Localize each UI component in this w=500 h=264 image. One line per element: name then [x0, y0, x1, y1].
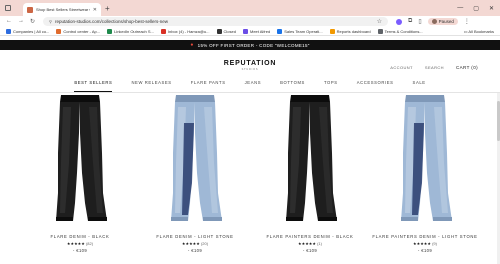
tab-search-icon[interactable]: [5, 5, 11, 11]
bookmark-item[interactable]: Meet Alfred: [242, 28, 271, 34]
bookmark-star-icon[interactable]: ☆: [377, 18, 382, 25]
product-name[interactable]: FLARE DENIM - BLACK: [25, 233, 135, 240]
close-window-icon[interactable]: ✕: [489, 5, 494, 12]
bookmark-item[interactable]: Terms & Conditions...: [377, 28, 423, 34]
product-name[interactable]: FLARE DENIM - LIGHT STONE: [140, 233, 250, 240]
nav-item-jeans[interactable]: JEANS: [245, 80, 262, 92]
product-image[interactable]: [140, 93, 250, 227]
bookmark-favicon-icon: [107, 28, 113, 34]
bookmark-favicon-icon: [216, 28, 222, 34]
bookmark-item[interactable]: LinkedIn Outreach S...: [107, 28, 154, 34]
nav-item-accessories[interactable]: ACCESSORIES: [357, 80, 394, 92]
minimize-icon[interactable]: —: [457, 5, 463, 12]
bookmark-label: Companies | All co...: [13, 28, 50, 34]
bookmark-label: Reports dashboard: [336, 28, 371, 34]
address-bar[interactable]: ⚲ reputation-studios.com/collections/sho…: [43, 17, 389, 26]
maximize-icon[interactable]: ▢: [473, 5, 479, 12]
nav-item-bottoms[interactable]: BOTTOMS: [280, 80, 305, 92]
promo-text: 15% OFF FIRST ORDER - CODE "WELCOME15": [197, 42, 310, 48]
tab-title: Shop Best Sellers Streetwear Cl...: [36, 7, 90, 12]
bookmark-label: Meet Alfred: [249, 28, 271, 34]
nav-item-new-releases[interactable]: NEW RELEASES: [131, 80, 171, 92]
product-image[interactable]: [255, 93, 365, 227]
bookmark-label: Closed: [223, 28, 236, 34]
nav-buttons: ← → ↻: [0, 18, 35, 25]
browser-tab-strip: Shop Best Sellers Streetwear Cl... ✕ + —…: [0, 0, 500, 16]
product-price: - €109: [417, 248, 433, 253]
bookmark-favicon-icon: [329, 28, 335, 34]
url-text: reputation-studios.com/collections/shop-…: [54, 19, 169, 24]
window-controls: — ▢ ✕: [457, 5, 500, 12]
extensions-puzzle-icon[interactable]: ⧉: [408, 18, 412, 25]
bookmark-label: Terms & Conditions...: [384, 28, 423, 34]
header-links: ACCOUNT SEARCH CART (0): [390, 65, 478, 70]
toolbar-right: ⧉ ▯ Paused ⋮: [396, 18, 470, 25]
all-bookmarks-button[interactable]: ▭ All Bookmarks: [464, 29, 500, 34]
bookmark-item[interactable]: Control center - Ap...: [56, 28, 101, 34]
review-count: (9): [432, 241, 437, 246]
bookmark-item[interactable]: Companies | All co...: [6, 28, 50, 34]
site-header: REPUTATION STUDIOS ACCOUNT SEARCH CART (…: [0, 50, 500, 74]
bookmark-label: Sales Team Operati...: [284, 28, 323, 34]
product-rating: ★★★★★ (9): [370, 241, 480, 246]
product-price: - €109: [72, 248, 88, 253]
bookmark-label: Control center - Ap...: [63, 28, 101, 34]
product-rating: ★★★★★ (20): [140, 241, 250, 246]
product-rating: ★★★★★ (1): [255, 241, 365, 246]
bookmark-favicon-icon: [160, 28, 166, 34]
browser-toolbar: ← → ↻ ⚲ reputation-studios.com/collectio…: [0, 16, 500, 27]
review-count: (82): [85, 241, 94, 246]
rating-stars-icon: ★★★★★: [66, 241, 86, 246]
forward-icon[interactable]: →: [18, 18, 24, 25]
rating-stars-icon: ★★★★★: [298, 241, 318, 246]
product-price: - €109: [302, 248, 318, 253]
bookmark-favicon-icon: [377, 28, 383, 34]
nav-item-tops[interactable]: TOPS: [324, 80, 338, 92]
product-image[interactable]: [25, 93, 135, 227]
profile-button[interactable]: Paused: [427, 18, 458, 25]
nav-item-sale[interactable]: SALE: [413, 80, 426, 92]
review-count: (1): [317, 241, 322, 246]
account-link[interactable]: ACCOUNT: [390, 65, 413, 70]
product-rating: ★★★★★ (82): [25, 241, 135, 246]
bookmark-item[interactable]: Reports dashboard: [329, 28, 371, 34]
nav-item-flare-pants[interactable]: FLARE PANTS: [191, 80, 226, 92]
profile-label: Paused: [438, 19, 454, 24]
product-name[interactable]: FLARE PAINTERS DENIM - LIGHT STONE: [370, 233, 480, 240]
reload-icon[interactable]: ↻: [30, 18, 35, 25]
bookmarks-bar: Companies | All co... Control center - Ap…: [0, 27, 500, 36]
cart-link[interactable]: CART (0): [456, 65, 478, 70]
promo-dot-icon: ●: [190, 42, 194, 48]
bookmark-favicon-icon: [56, 28, 62, 34]
bookmark-item[interactable]: Closed: [216, 28, 236, 34]
search-link[interactable]: SEARCH: [425, 65, 444, 70]
new-tab-icon[interactable]: +: [105, 4, 110, 13]
bookmark-item[interactable]: Inbox (4) - Hamza@u...: [160, 28, 210, 34]
bookmark-item[interactable]: Sales Team Operati...: [277, 28, 323, 34]
site-favicon-icon: [27, 6, 33, 13]
bookmark-label: Inbox (4) - Hamza@u...: [167, 28, 210, 34]
browser-tab[interactable]: Shop Best Sellers Streetwear Cl... ✕: [23, 3, 101, 16]
category-nav: BEST SELLERS NEW RELEASES FLARE PANTS JEANS…: [0, 80, 500, 92]
bookmark-label: LinkedIn Outreach S...: [114, 28, 154, 34]
menu-kebab-icon[interactable]: ⋮: [464, 18, 470, 25]
product-price: - €109: [187, 248, 203, 253]
back-icon[interactable]: ←: [6, 18, 12, 25]
extension-icon[interactable]: [396, 18, 403, 25]
nav-item-best-sellers[interactable]: BEST SELLERS: [74, 80, 113, 92]
product-name[interactable]: FLARE PAINTERS DENIM - BLACK: [255, 233, 365, 240]
close-tab-icon[interactable]: ✕: [93, 7, 97, 13]
review-count: (20): [200, 241, 209, 246]
bookmark-favicon-icon: [277, 28, 283, 34]
sidepanel-icon[interactable]: ▯: [418, 18, 421, 25]
product-grid: FLARE DENIM - BLACK ★★★★★ (82) - €109 FLARE…: [0, 93, 500, 264]
rating-stars-icon: ★★★★★: [413, 241, 433, 246]
bookmark-favicon-icon: [6, 28, 11, 34]
avatar: [431, 19, 437, 24]
bookmark-favicon-icon: [242, 28, 248, 34]
site-info-icon[interactable]: ⚲: [49, 19, 52, 24]
product-image[interactable]: [370, 93, 480, 227]
rating-stars-icon: ★★★★★: [181, 241, 201, 246]
promo-banner[interactable]: ● 15% OFF FIRST ORDER - CODE "WELCOME15": [0, 40, 500, 50]
